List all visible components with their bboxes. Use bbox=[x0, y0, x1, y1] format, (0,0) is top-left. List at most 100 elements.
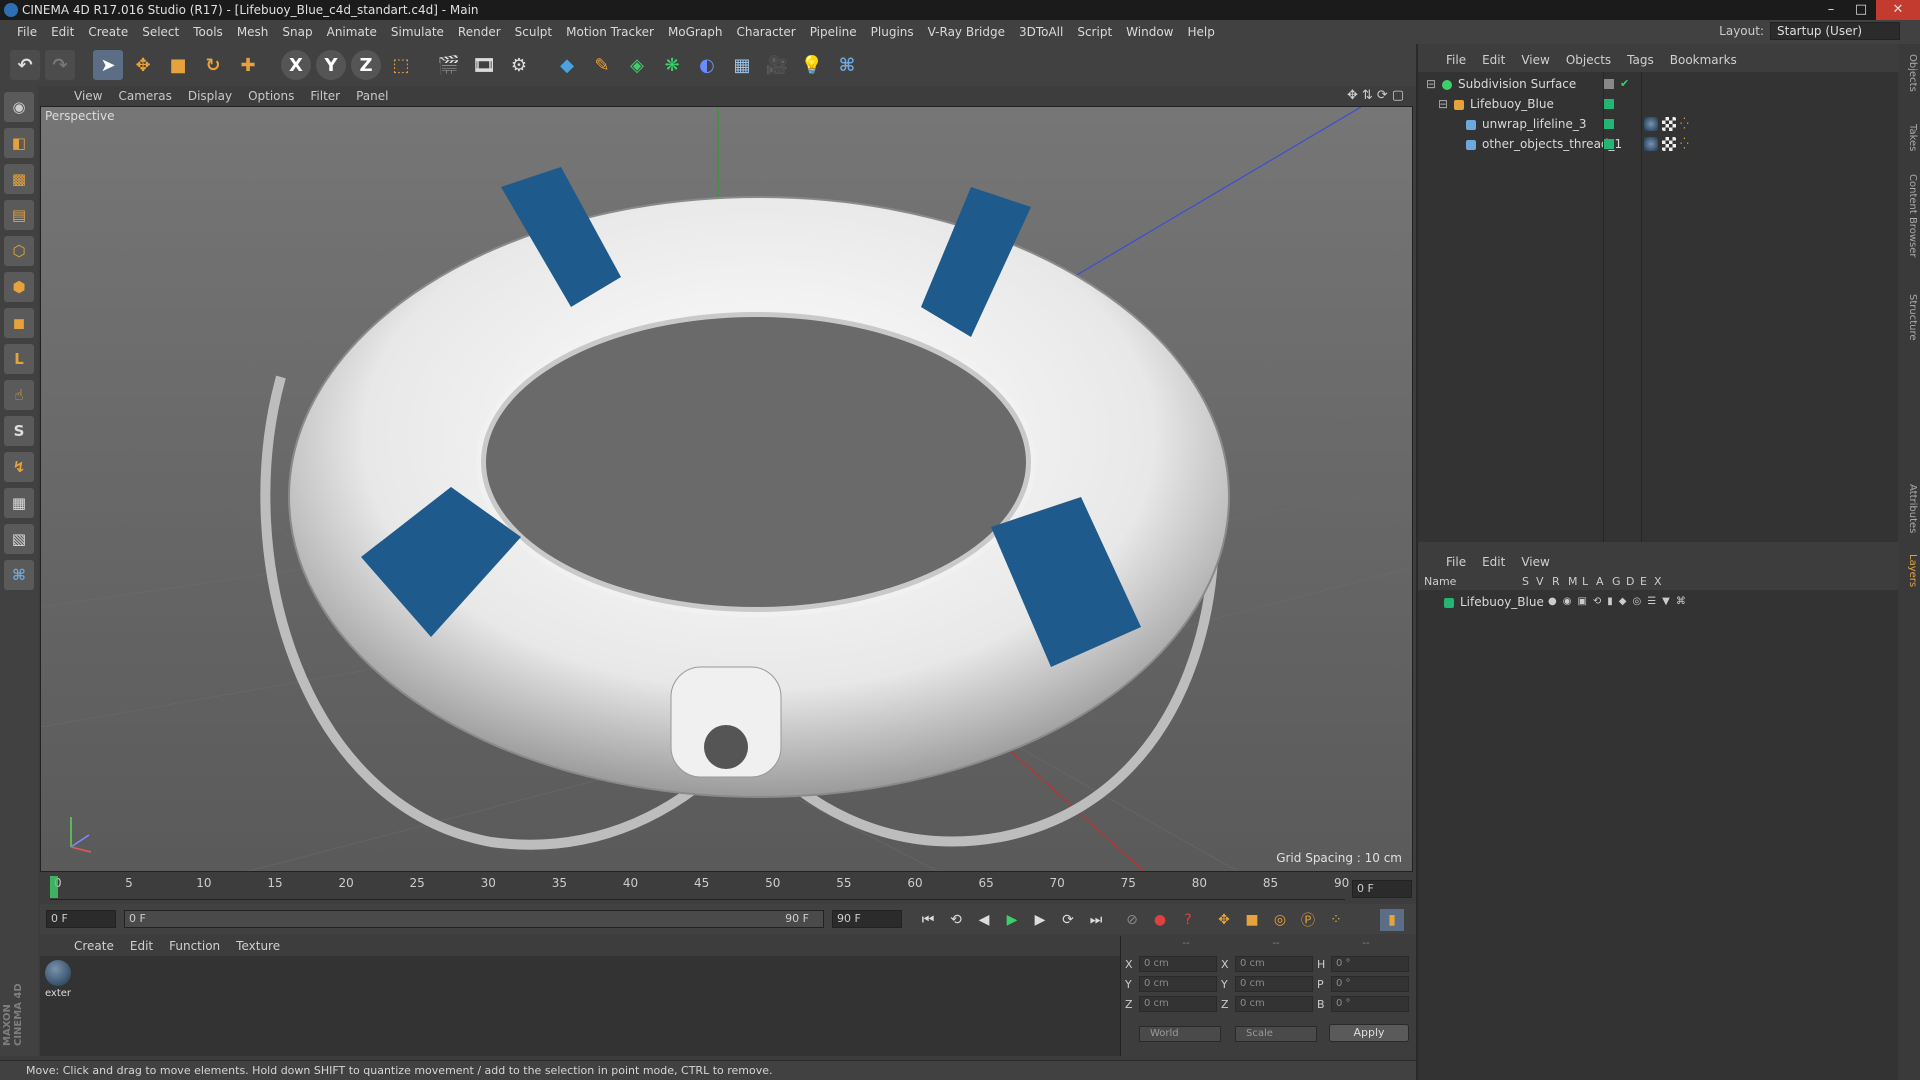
menu-edit[interactable]: Edit bbox=[44, 25, 81, 39]
end-frame-field[interactable]: 90 F bbox=[832, 910, 902, 928]
menu-character[interactable]: Character bbox=[729, 25, 802, 39]
position-x-field[interactable]: 0 cm bbox=[1139, 956, 1217, 972]
previous-frame-icon[interactable]: ◀ bbox=[972, 909, 996, 931]
apply-button[interactable]: Apply bbox=[1329, 1024, 1409, 1042]
go-to-start-icon[interactable]: ⏮ bbox=[916, 909, 940, 931]
layer-menu-file[interactable]: File bbox=[1438, 555, 1474, 569]
auto-key-icon[interactable]: ● bbox=[1148, 909, 1172, 931]
layer-column-r[interactable]: R bbox=[1552, 575, 1560, 588]
menu-animate[interactable]: Animate bbox=[320, 25, 384, 39]
viewport-navigation-icons[interactable]: ✥⇅⟳▢ bbox=[1347, 88, 1408, 103]
menu-file[interactable]: File bbox=[10, 25, 44, 39]
enabled-check-icon[interactable]: ✔ bbox=[1620, 74, 1629, 94]
object-row-lifebuoy[interactable]: ⊟ Lifebuoy_Blue bbox=[1418, 94, 1900, 114]
layer-menu-edit[interactable]: Edit bbox=[1474, 555, 1513, 569]
axis-mode-icon[interactable]: L bbox=[4, 344, 34, 374]
layer-column-name[interactable]: Name bbox=[1424, 575, 1456, 588]
menu-pipeline[interactable]: Pipeline bbox=[803, 25, 864, 39]
menu-simulate[interactable]: Simulate bbox=[384, 25, 451, 39]
viewport-menu-display[interactable]: Display bbox=[180, 89, 240, 103]
cube-primitive-icon[interactable]: ◆ bbox=[552, 50, 582, 80]
go-to-end-icon[interactable]: ⏭ bbox=[1084, 909, 1108, 931]
spline-pen-icon[interactable]: ✎ bbox=[587, 50, 617, 80]
light-icon[interactable]: 💡 bbox=[797, 50, 827, 80]
material-menu-edit[interactable]: Edit bbox=[122, 939, 161, 953]
material-tag-icon[interactable] bbox=[1644, 117, 1658, 131]
viewport-menu-panel[interactable]: Panel bbox=[348, 89, 396, 103]
playhead[interactable] bbox=[50, 876, 58, 898]
next-frame-icon[interactable]: ▶ bbox=[1028, 909, 1052, 931]
layout-dropdown[interactable]: Startup (User) bbox=[1770, 22, 1900, 40]
side-tab-attributes[interactable]: Attributes bbox=[1900, 484, 1918, 533]
menu-create[interactable]: Create bbox=[81, 25, 135, 39]
make-editable-icon[interactable]: ◉ bbox=[4, 92, 34, 122]
y-axis-lock-button[interactable]: Y bbox=[316, 50, 346, 80]
solo-mode-icon[interactable]: S bbox=[4, 416, 34, 446]
object-row-unwrap-lifeline[interactable]: unwrap_lifeline_3 ⁛ bbox=[1418, 114, 1900, 134]
menu-script[interactable]: Script bbox=[1070, 25, 1119, 39]
size-mode-dropdown[interactable]: Scale bbox=[1235, 1026, 1317, 1042]
object-menu-objects[interactable]: Objects bbox=[1558, 53, 1619, 67]
viewport-perspective[interactable]: Perspective Grid Spacing : 10 cm bbox=[40, 106, 1413, 872]
point-mode-icon[interactable]: ⬡ bbox=[4, 236, 34, 266]
key-parameter-icon[interactable]: Ⓟ bbox=[1296, 909, 1320, 931]
key-rotation-icon[interactable]: ◎ bbox=[1268, 909, 1292, 931]
object-menu-view[interactable]: View bbox=[1513, 53, 1557, 67]
menu-mesh[interactable]: Mesh bbox=[230, 25, 276, 39]
previous-key-icon[interactable]: ⟲ bbox=[944, 909, 968, 931]
layer-column-g[interactable]: G bbox=[1612, 575, 1621, 588]
python-script-icon[interactable]: ⌘ bbox=[4, 560, 34, 590]
menu-plugins[interactable]: Plugins bbox=[864, 25, 921, 39]
tweak-mode-icon[interactable]: ☝ bbox=[4, 380, 34, 410]
maximize-button[interactable]: □ bbox=[1846, 0, 1876, 20]
coordinate-space-dropdown[interactable]: World bbox=[1139, 1026, 1221, 1042]
object-row-subdivision[interactable]: ⊟ Subdivision Surface ✔ bbox=[1418, 74, 1900, 94]
keyframe-selection-icon[interactable]: ? bbox=[1176, 909, 1200, 931]
deformer-icon[interactable]: ◐ bbox=[692, 50, 722, 80]
object-row-other-objects-thread[interactable]: other_objects_thread_1 ⁛ bbox=[1418, 134, 1900, 154]
menu-mograph[interactable]: MoGraph bbox=[661, 25, 730, 39]
edge-mode-icon[interactable]: ⬢ bbox=[4, 272, 34, 302]
camera-icon[interactable]: 🎥 bbox=[762, 50, 792, 80]
move-tool-icon[interactable]: ✥ bbox=[128, 50, 158, 80]
array-generator-icon[interactable]: ❋ bbox=[657, 50, 687, 80]
subdivision-generator-icon[interactable]: ◈ bbox=[622, 50, 652, 80]
viewport-menu-options[interactable]: Options bbox=[240, 89, 302, 103]
rotation-p-field[interactable]: 0 ° bbox=[1331, 976, 1409, 992]
selection-tag-icon[interactable]: ⁛ bbox=[1680, 137, 1694, 151]
menu-tools[interactable]: Tools bbox=[186, 25, 230, 39]
material-menu-function[interactable]: Function bbox=[161, 939, 228, 953]
uvw-tag-icon[interactable] bbox=[1662, 117, 1676, 131]
menu-v-ray-bridge[interactable]: V-Ray Bridge bbox=[921, 25, 1012, 39]
material-menu-create[interactable]: Create bbox=[66, 939, 122, 953]
model-mode-icon[interactable]: ◧ bbox=[4, 128, 34, 158]
side-tab-content-browser[interactable]: Content Browser bbox=[1900, 174, 1918, 257]
frame-range-slider[interactable]: 0 F 90 F bbox=[124, 910, 824, 928]
uvw-tag-icon[interactable] bbox=[1662, 137, 1676, 151]
workplane-grid-icon[interactable]: ▦ bbox=[4, 488, 34, 518]
selection-tag-icon[interactable]: ⁛ bbox=[1680, 117, 1694, 131]
python-icon[interactable]: ⌘ bbox=[832, 50, 862, 80]
menu-snap[interactable]: Snap bbox=[275, 25, 319, 39]
menu-3dtoall[interactable]: 3DToAll bbox=[1012, 25, 1070, 39]
timeline-ruler[interactable]: 051015202530354045505560657075808590 bbox=[50, 876, 1349, 900]
current-frame-field[interactable]: 0 F bbox=[1352, 880, 1412, 898]
object-menu-bookmarks[interactable]: Bookmarks bbox=[1662, 53, 1745, 67]
select-tool-icon[interactable]: ➤ bbox=[93, 50, 123, 80]
key-scale-icon[interactable]: ■ bbox=[1240, 909, 1264, 931]
world-coordinates-icon[interactable]: ⬚ bbox=[386, 50, 416, 80]
record-keys-icon[interactable]: ⊘ bbox=[1120, 909, 1144, 931]
rotation-h-field[interactable]: 0 ° bbox=[1331, 956, 1409, 972]
close-button[interactable]: ✕ bbox=[1876, 0, 1920, 20]
render-view-icon[interactable]: 🎬 bbox=[434, 50, 464, 80]
menu-render[interactable]: Render bbox=[451, 25, 508, 39]
viewport-menu-view[interactable]: View bbox=[66, 89, 110, 103]
minimize-button[interactable]: – bbox=[1816, 0, 1846, 20]
scale-tool-icon[interactable]: ■ bbox=[163, 50, 193, 80]
menu-help[interactable]: Help bbox=[1180, 25, 1221, 39]
quantize-icon[interactable]: ▧ bbox=[4, 524, 34, 554]
workplane-icon[interactable]: ▤ bbox=[4, 200, 34, 230]
layer-toggle-icons[interactable]: ●◉▣⟲▮◆◎☰▼⌘ bbox=[1548, 592, 1692, 612]
layer-column-s[interactable]: S bbox=[1522, 575, 1529, 588]
layer-column-v[interactable]: V bbox=[1536, 575, 1544, 588]
